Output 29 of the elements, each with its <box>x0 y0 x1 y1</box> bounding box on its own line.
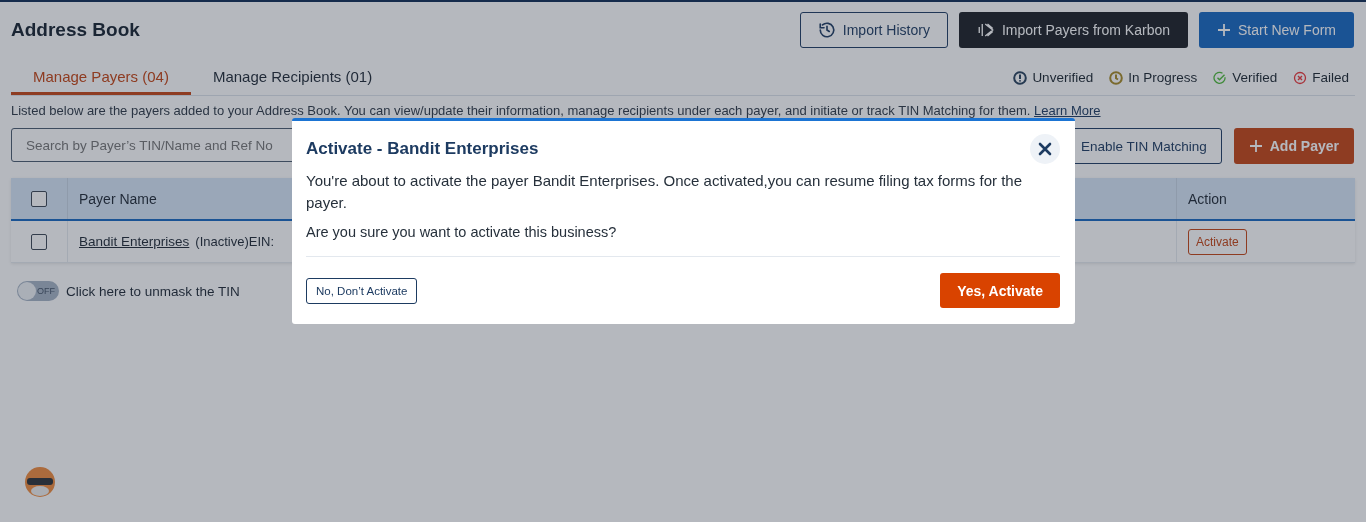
confirm-button[interactable]: Yes, Activate <box>940 273 1060 308</box>
legend-label: Unverified <box>1032 70 1094 85</box>
add-payer-button[interactable]: Add Payer <box>1233 128 1354 164</box>
learn-more-link[interactable]: Learn More <box>1034 103 1101 118</box>
history-icon <box>817 21 836 39</box>
select-all-checkbox[interactable] <box>31 191 47 208</box>
payer-name-link[interactable]: Bandit Enterprises <box>79 234 190 249</box>
dialog-question: Are you sure you want to activate this business? <box>306 224 618 240</box>
row-checkbox[interactable] <box>31 233 47 250</box>
legend-label: Failed <box>1312 70 1349 85</box>
plus-icon <box>1217 23 1231 37</box>
start-new-form-button[interactable]: Start New Form <box>1199 12 1354 48</box>
toggle-label: Click here to unmask the TIN <box>66 283 240 299</box>
tab[interactable]: Manage Payers (04) <box>11 63 191 95</box>
import-history-button[interactable]: Import History <box>799 12 948 48</box>
page-title: Address Book <box>11 19 140 41</box>
cancel-button[interactable]: No, Don’t Activate <box>306 277 418 304</box>
plus-icon <box>1248 139 1263 153</box>
activate-button[interactable]: Activate <box>1188 228 1247 255</box>
column-header: Action <box>1176 178 1355 220</box>
striped-logo-icon <box>976 21 995 39</box>
tab[interactable]: Manage Recipients (01) <box>190 63 395 95</box>
legend-label: In Progress <box>1128 70 1198 85</box>
close-icon <box>1038 142 1052 156</box>
legend-label: Verified <box>1232 70 1278 85</box>
import-payers-button[interactable]: Import Payers from Karbon <box>958 12 1188 48</box>
description-text: Listed below are the payers added to your Address Book. You can view/update their information, manage recipients under each payer, and initiate or track TIN Matching for them. Learn More <box>11 103 1102 118</box>
payer-details: (Inactive)EIN: <box>195 234 275 249</box>
close-button[interactable] <box>1030 134 1060 164</box>
